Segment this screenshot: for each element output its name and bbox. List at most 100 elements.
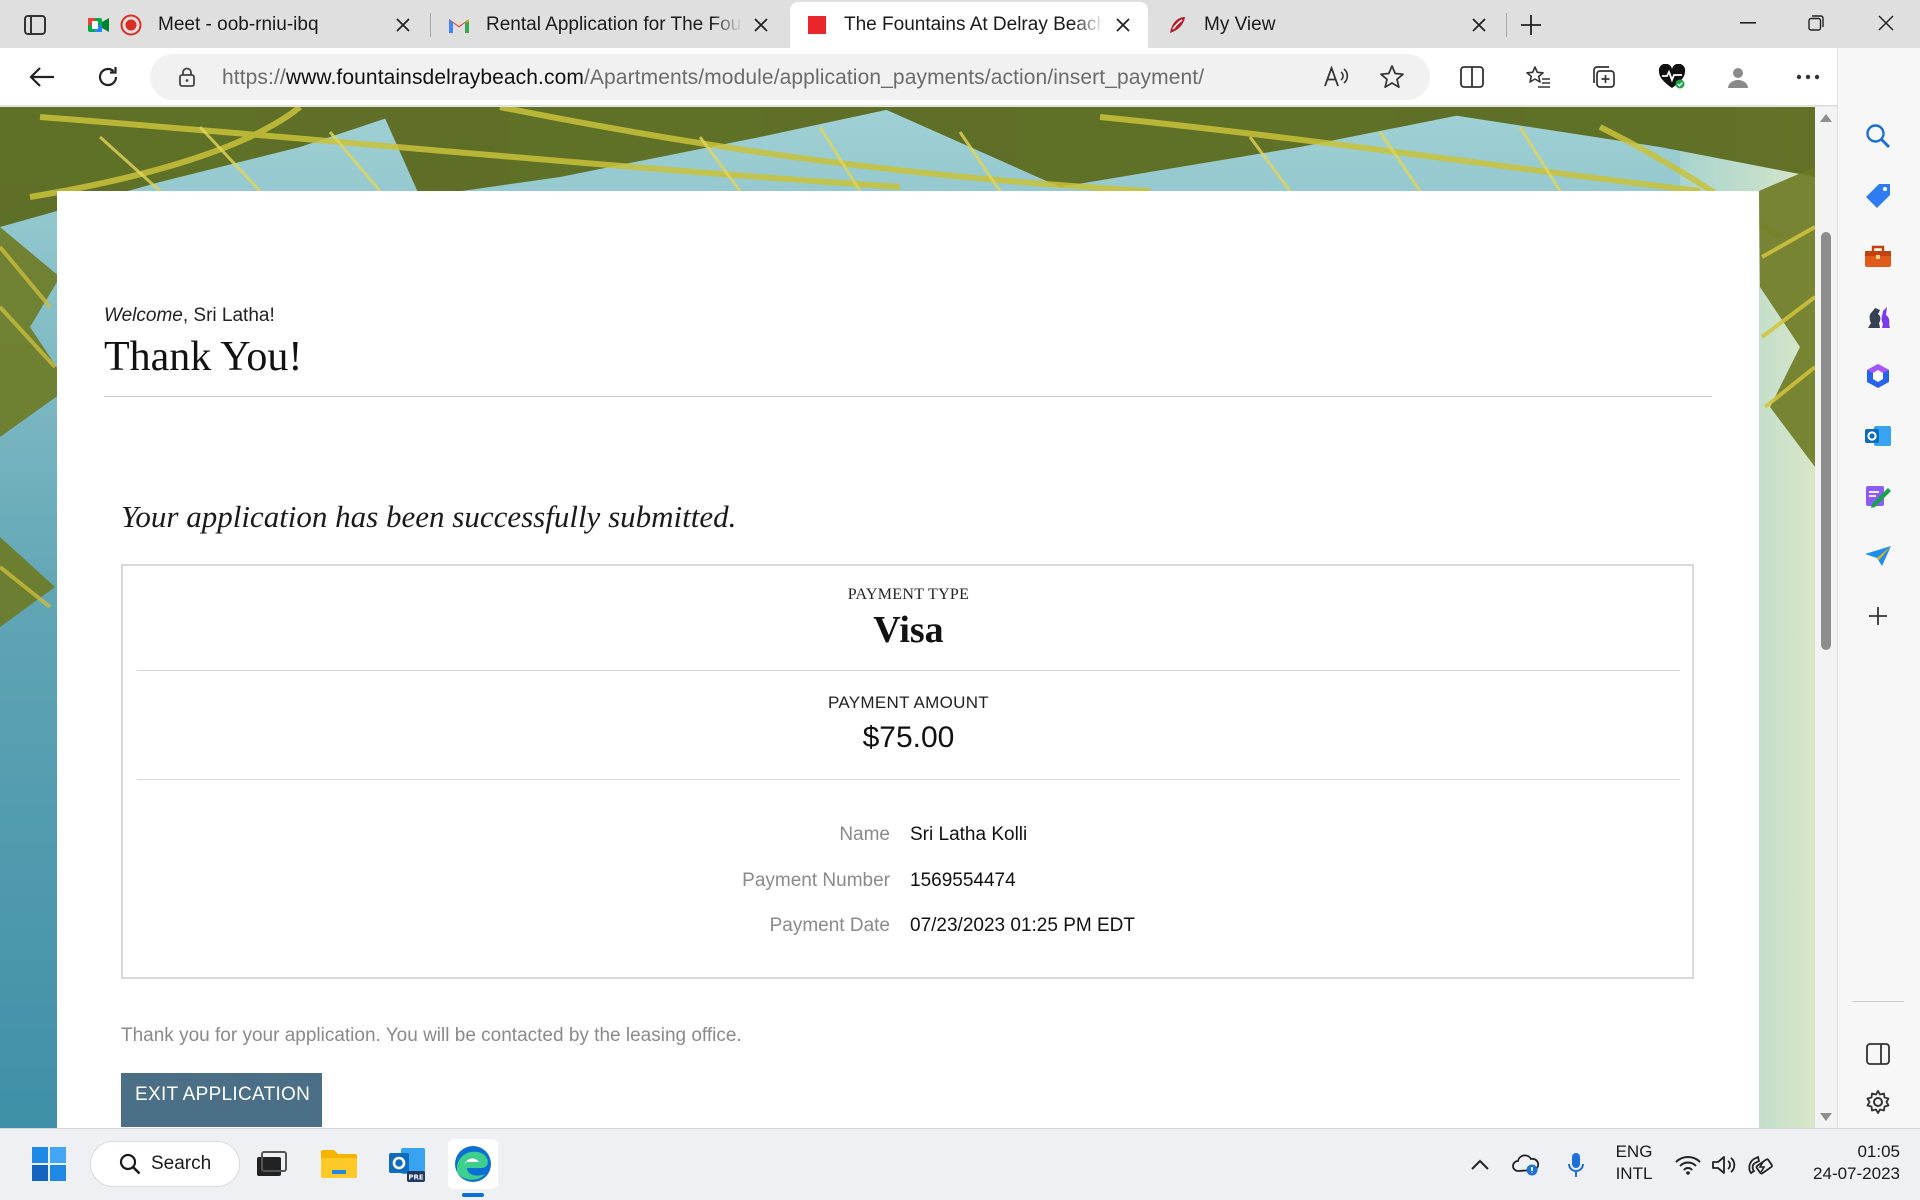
outlook-icon: PRE [389, 1148, 425, 1182]
minimize-icon [1740, 22, 1756, 24]
start-button[interactable] [24, 1139, 74, 1189]
sidebar-shopping-button[interactable] [1858, 176, 1898, 216]
sidebar-drop-button[interactable] [1858, 536, 1898, 576]
page-title: Thank You! [104, 334, 303, 380]
browser-toolbar: https://www.fountainsdelraybeach.com/Apa… [0, 48, 1920, 106]
profile-button[interactable] [1720, 59, 1756, 95]
profile-avatar-icon [1728, 68, 1748, 88]
taskbar-search-box[interactable]: Search [90, 1141, 240, 1187]
gear-icon [1866, 1090, 1890, 1114]
task-view-icon [257, 1151, 287, 1176]
designer-pen-icon [1866, 486, 1891, 508]
close-window-button[interactable] [1852, 0, 1920, 46]
collections-button[interactable] [1586, 59, 1622, 95]
sidebar-designer-button[interactable] [1858, 476, 1898, 516]
welcome-message: Welcome, Sri Latha! [104, 305, 275, 327]
battery-charging-icon [1748, 1155, 1773, 1175]
sidebar-settings-button[interactable] [1858, 1082, 1898, 1122]
sidebar-outlook-button[interactable] [1858, 416, 1898, 456]
shopping-tag-icon [1866, 184, 1890, 208]
tab-actions-menu-button[interactable] [18, 10, 52, 40]
url-path: /Apartments/module/application_payments/… [583, 66, 1205, 89]
tab-meet[interactable]: Meet - oob-rniu-ibq [72, 2, 428, 48]
split-screen-icon [1460, 66, 1484, 88]
sidebar-divider [1852, 1001, 1904, 1002]
restore-button[interactable] [1782, 0, 1850, 46]
star-icon [1380, 65, 1404, 89]
scroll-down-arrow-icon[interactable] [1819, 1110, 1833, 1124]
application-content-card: Welcome, Sri Latha! Thank You! Your appl… [57, 191, 1759, 1128]
edge-taskbar-button[interactable] [448, 1139, 498, 1189]
back-button[interactable] [24, 59, 60, 95]
sidebar-tools-button[interactable] [1858, 236, 1898, 276]
sidebar-customize-button[interactable] [1858, 596, 1898, 636]
heart-pulse-icon [1658, 64, 1686, 89]
show-hidden-icons-button[interactable] [1466, 1151, 1494, 1179]
close-tab-icon[interactable] [1468, 14, 1490, 36]
speaker-icon [1712, 1156, 1736, 1174]
sidebar-panel-icon [1866, 1043, 1890, 1065]
sidebar-microsoft365-button[interactable] [1858, 356, 1898, 396]
toolbox-icon [1865, 245, 1891, 267]
close-tab-icon[interactable] [1112, 14, 1134, 36]
settings-more-button[interactable] [1790, 59, 1826, 95]
tab-gmail[interactable]: Rental Application for The Fountains At … [432, 2, 786, 48]
edge-sidebar [1837, 48, 1920, 1128]
microphone-icon [1568, 1153, 1584, 1177]
file-explorer-button[interactable] [314, 1139, 364, 1189]
recording-indicator-icon [120, 14, 142, 36]
payment-amount-value: $75.00 [862, 721, 955, 754]
lock-icon[interactable] [176, 66, 198, 88]
back-arrow-icon [29, 67, 54, 87]
close-tab-icon[interactable] [750, 14, 772, 36]
send-plane-icon [1865, 546, 1891, 566]
network-tray-button[interactable] [1674, 1151, 1702, 1179]
tab-separator [430, 13, 431, 37]
outlook-icon [1865, 426, 1891, 446]
tab-fountains-active[interactable]: The Fountains At Delray Beach | Rental A… [790, 2, 1148, 48]
volume-tray-button[interactable] [1710, 1151, 1738, 1179]
microphone-tray-button[interactable] [1562, 1151, 1590, 1179]
task-view-button[interactable] [246, 1139, 296, 1189]
plus-icon [1521, 15, 1541, 35]
url-host: www.fountainsdelraybeach.com [285, 66, 584, 89]
tab-my-view[interactable]: My View [1150, 2, 1504, 48]
add-favorite-button[interactable] [1378, 63, 1406, 91]
payment-divider [137, 779, 1680, 780]
exit-application-button[interactable]: EXIT APPLICATION [121, 1073, 322, 1127]
tab-actions-icon [24, 15, 46, 35]
language-indicator[interactable]: ENG INTL [1604, 1141, 1664, 1185]
close-tab-icon[interactable] [392, 14, 414, 36]
detail-key: Payment Number [742, 870, 890, 891]
onedrive-tray-button[interactable] [1512, 1151, 1540, 1179]
url-text[interactable]: https://www.fountainsdelraybeach.com/Apa… [222, 66, 1204, 90]
browser-essentials-button[interactable] [1654, 59, 1690, 95]
split-screen-button[interactable] [1454, 59, 1490, 95]
read-aloud-button[interactable] [1322, 63, 1350, 91]
svg-text:PRE: PRE [408, 1174, 424, 1182]
favorites-list-icon [1526, 66, 1550, 88]
page-scrollbar[interactable] [1815, 107, 1837, 1128]
new-tab-button[interactable] [1514, 8, 1548, 42]
battery-tray-button[interactable] [1746, 1151, 1774, 1179]
edge-browser-icon [455, 1146, 491, 1182]
scrollbar-thumb[interactable] [1821, 232, 1831, 650]
reload-button[interactable] [90, 59, 126, 95]
hide-sidebar-button[interactable] [1858, 1034, 1898, 1074]
minimize-button[interactable] [1714, 0, 1782, 46]
outlook-preview-button[interactable]: PRE [382, 1139, 432, 1189]
detail-key: Name [839, 824, 890, 845]
payment-type-label: PAYMENT TYPE [847, 586, 970, 603]
sidebar-games-button[interactable] [1858, 296, 1898, 336]
browser-tab-strip: Meet - oob-rniu-ibq Rental Application f… [0, 0, 1920, 48]
favorites-button[interactable] [1520, 59, 1556, 95]
sidebar-search-button[interactable] [1858, 116, 1898, 156]
clock-date[interactable]: 01:05 24-07-2023 [1788, 1141, 1900, 1185]
payment-amount-section: PAYMENT AMOUNT $75.00 [137, 693, 1680, 755]
site-favicon-icon [806, 14, 828, 36]
keyboard-layout: INTL [1615, 1164, 1653, 1183]
url-scheme: https:// [222, 66, 286, 89]
restore-icon [1808, 15, 1824, 31]
address-bar[interactable]: https://www.fountainsdelraybeach.com/Apa… [150, 54, 1430, 100]
scroll-up-arrow-icon[interactable] [1819, 111, 1833, 125]
